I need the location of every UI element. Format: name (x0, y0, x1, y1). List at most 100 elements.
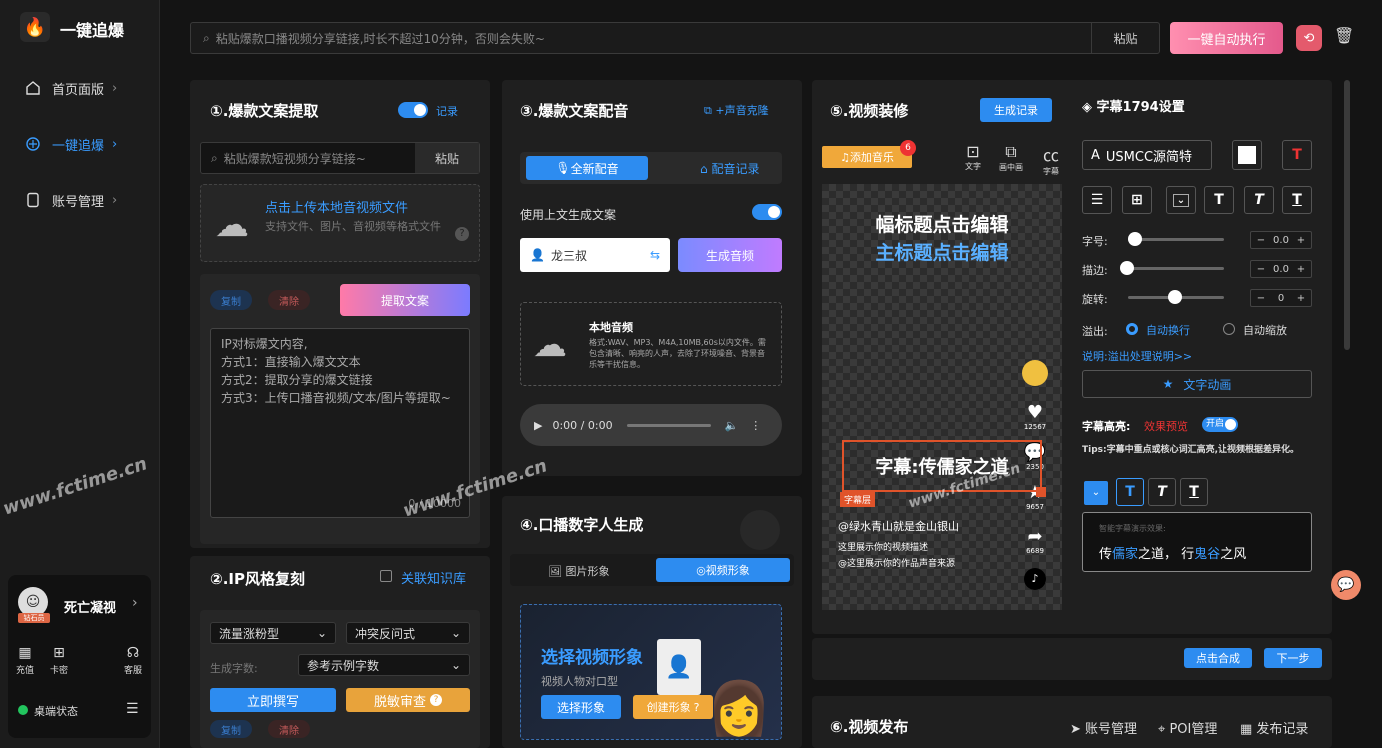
top-paste-button[interactable]: 粘贴 (1091, 23, 1159, 53)
main-title-text[interactable]: 主标题点击编辑 (822, 238, 1062, 265)
chevron-right-icon[interactable]: › (132, 595, 138, 611)
use-above-toggle[interactable] (752, 204, 782, 220)
create-avatar-button[interactable]: 创建形象? (633, 695, 713, 719)
paste-button[interactable]: 粘贴 (415, 143, 479, 173)
history-icon[interactable]: ⟲ (1296, 25, 1322, 51)
rotate-value[interactable]: 0 (1271, 293, 1291, 304)
chat-icon[interactable]: 💬 (1331, 570, 1361, 600)
highlight-preview-link[interactable]: 效果预览 (1144, 418, 1188, 434)
resize-handle[interactable] (1036, 487, 1046, 497)
plus-icon[interactable]: + (1291, 264, 1311, 275)
check-button[interactable]: 脱敏审查? (346, 688, 470, 712)
copy-button[interactable]: 复制 (210, 720, 252, 738)
more-icon[interactable]: ⋮ (750, 419, 761, 432)
align-button[interactable]: ☰ (1082, 186, 1112, 214)
volume-icon[interactable]: 🔈 (725, 419, 739, 432)
clear-button[interactable]: 清除 (268, 720, 310, 738)
size-slider-knob[interactable] (1128, 232, 1142, 246)
font-select[interactable]: A USMCC源简特 (1082, 140, 1212, 170)
rotate-stepper[interactable]: −0 + (1250, 289, 1312, 307)
top-link-input-wrap[interactable]: ⌕ 粘贴爆款口播视频分享链接,时长不超过10分钟，否则会失败~ 粘贴 (190, 22, 1160, 54)
card-key-button[interactable]: ⊞ 卡密 (50, 645, 68, 676)
user-name[interactable]: 死亡凝视 (64, 597, 116, 616)
clear-button[interactable]: 清除 (268, 290, 310, 310)
play-icon[interactable]: ▶ (534, 419, 542, 432)
rotate-slider-knob[interactable] (1168, 290, 1182, 304)
tool-caption[interactable]: ㏄字幕 (1038, 142, 1064, 177)
share-button[interactable]: ➦ 6689 (1022, 526, 1048, 555)
copy-textarea[interactable]: IP对标爆文内容, 方式1：直接输入爆文文本 方式2：提取分享的爆文链接 方式3… (210, 328, 470, 518)
account-manage-link[interactable]: ➤ 账号管理 (1070, 718, 1137, 737)
local-audio-upload[interactable]: ☁ 本地音频 格式:WAV、MP3、M4A,10MB,60s以内文件。需包含清晰… (520, 302, 782, 386)
size-stepper[interactable]: −0.0 + (1250, 231, 1312, 249)
creator-avatar[interactable] (1022, 360, 1048, 386)
text-anim-button[interactable]: ★ 文字动画 (1082, 370, 1312, 398)
highlight-toggle[interactable]: 开启 (1202, 417, 1238, 432)
kb-link[interactable]: 关联知识库 (401, 568, 466, 587)
size-value[interactable]: 0.0 (1271, 235, 1291, 246)
size-slider[interactable] (1128, 238, 1224, 241)
menu-icon[interactable]: ☰ (126, 701, 139, 717)
italic-button[interactable]: T (1244, 186, 1274, 214)
tab-dub-record[interactable]: ⌂ 配音记录 (700, 160, 759, 177)
gen-record-button[interactable]: 生成记录 (980, 98, 1052, 122)
overflow-help-link[interactable]: 说明:溢出处理说明>> (1082, 348, 1192, 364)
stroke-value[interactable]: 0.0 (1271, 264, 1291, 275)
write-button[interactable]: 立即撰写 (210, 688, 336, 712)
top-link-input[interactable]: 粘贴爆款口播视频分享链接,时长不超过10分钟，否则会失败~ (216, 30, 1091, 47)
dropdown-button[interactable]: ⌄ (1166, 186, 1196, 214)
publish-record-link[interactable]: ▦ 发布记录 (1240, 718, 1308, 737)
text-color-button[interactable]: T (1282, 140, 1312, 170)
upload-area[interactable]: ☁ 点击上传本地音视频文件 支持文件、图片、音视频等格式文件 ? (200, 184, 480, 262)
hl-italic-button[interactable]: T (1148, 478, 1176, 506)
tab-new-dub[interactable]: 🎙 全新配音 (526, 156, 648, 180)
trash-icon[interactable]: 🗑 (1334, 26, 1354, 45)
kb-checkbox[interactable] (380, 570, 392, 582)
gen-audio-button[interactable]: 生成音频 (678, 238, 782, 272)
auto-wrap-label[interactable]: 自动换行 (1146, 322, 1190, 338)
stroke-slider[interactable] (1128, 267, 1224, 270)
tab-image-avatar[interactable]: 🖼 图片形象 (548, 563, 609, 579)
underline-button[interactable]: T (1282, 186, 1312, 214)
bold-button[interactable]: T (1204, 186, 1234, 214)
minus-icon[interactable]: − (1251, 264, 1271, 275)
plus-icon[interactable]: + (1291, 235, 1311, 246)
upload-title[interactable]: 点击上传本地音视频文件 (265, 197, 408, 216)
mode-select[interactable]: 冲突反问式 ⌄ (346, 622, 470, 644)
tool-pip[interactable]: ⧉ 画中画 (996, 142, 1026, 173)
recharge-button[interactable]: ▦ 充值 (16, 645, 34, 676)
sidebar-item-accounts[interactable]: 账号管理 › (24, 188, 144, 212)
compose-button[interactable]: 点击合成 (1184, 648, 1252, 668)
support-button[interactable]: ☊ 客服 (124, 645, 142, 676)
color-picker-button[interactable] (1232, 140, 1262, 170)
record-link[interactable]: 记录 (436, 103, 458, 119)
hl-underline-button[interactable]: T (1180, 478, 1208, 506)
extract-button[interactable]: 提取文案 (340, 284, 470, 316)
hl-color-button[interactable]: ⌄ (1084, 481, 1108, 505)
poi-manage-link[interactable]: ⌖ POI管理 (1158, 718, 1217, 737)
share-link-input-wrap[interactable]: ⌕ 粘贴爆款短视频分享链接~ 粘贴 (200, 142, 480, 174)
like-button[interactable]: ♥ 12567 (1022, 402, 1048, 431)
tab-video-avatar[interactable]: ◎ 视频形象 (656, 558, 790, 582)
style-select[interactable]: 流量涨粉型 ⌄ (210, 622, 336, 644)
hl-bold-button[interactable]: T (1116, 478, 1144, 506)
scrollbar[interactable] (1344, 80, 1350, 350)
auto-scale-label[interactable]: 自动缩放 (1243, 322, 1287, 338)
plus-icon[interactable]: + (1291, 293, 1311, 304)
auto-run-button[interactable]: 一键自动执行 (1170, 22, 1283, 54)
help-icon[interactable]: ? (455, 227, 469, 241)
record-toggle[interactable] (398, 102, 428, 118)
audio-player[interactable]: ▶ 0:00 / 0:00 🔈 ⋮ (520, 404, 782, 446)
add-music-button[interactable]: ♫ 添加音乐 (822, 146, 912, 168)
copy-button[interactable]: 复制 (210, 290, 252, 310)
minus-icon[interactable]: − (1251, 235, 1271, 246)
choose-avatar-button[interactable]: 选择形象 (541, 695, 621, 719)
voice-clone-link[interactable]: ⧉ +声音克隆 (704, 102, 769, 118)
stroke-stepper[interactable]: −0.0 + (1250, 260, 1312, 278)
avatar-thumb[interactable]: 👤 (657, 639, 701, 695)
audio-progress[interactable] (626, 423, 711, 427)
grid-button[interactable]: ⊞ (1122, 186, 1152, 214)
sub-title-text[interactable]: 幅标题点击编辑 (822, 210, 1062, 237)
share-link-input[interactable]: 粘贴爆款短视频分享链接~ (224, 150, 415, 167)
auto-scale-radio[interactable] (1223, 323, 1235, 335)
